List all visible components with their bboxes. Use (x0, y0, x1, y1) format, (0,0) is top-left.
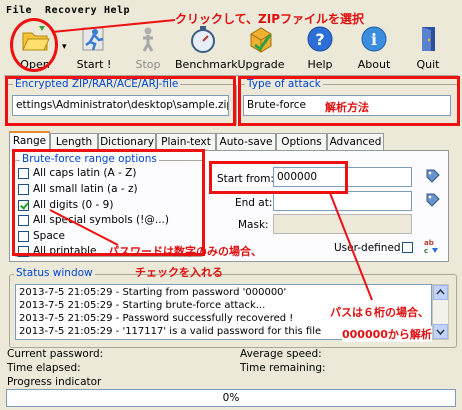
annotation-start-2: 000000から解析 (342, 326, 432, 342)
start-from-label: Start from: (217, 173, 274, 185)
annotation-start-1: パスは６桁の場合、 (330, 304, 429, 320)
annotation-arrow-digits (49, 209, 119, 246)
annotation-arrow-start (329, 192, 373, 301)
annotation-digits-2: チェックを入れる (135, 266, 223, 279)
annotation-arrows (49, 192, 373, 301)
annotation-digits-1: パスワードは数字のみの場合、 (108, 245, 262, 258)
